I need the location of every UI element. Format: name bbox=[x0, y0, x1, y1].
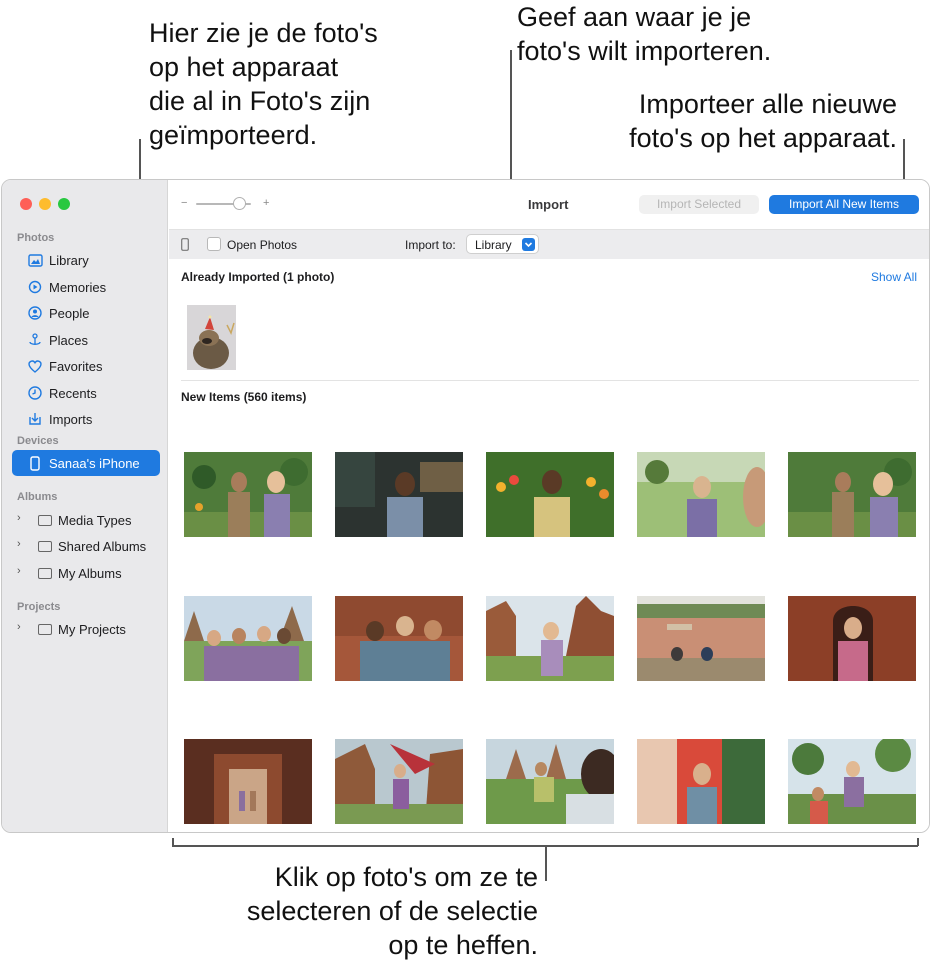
callout-import-all: Importeer alle nieuwe foto's op het appa… bbox=[629, 89, 897, 153]
photo-thumbnail[interactable] bbox=[184, 596, 312, 681]
sidebar-item-label: Media Types bbox=[58, 512, 132, 528]
zoom-slider-knob[interactable] bbox=[233, 197, 246, 210]
photo-thumbnail[interactable] bbox=[486, 739, 614, 824]
import-selected-button[interactable]: Import Selected bbox=[639, 195, 759, 214]
sidebar-item-recents[interactable]: Recents bbox=[12, 380, 160, 406]
photo-thumbnail[interactable] bbox=[184, 739, 312, 824]
sidebar-item-label: My Projects bbox=[58, 621, 126, 637]
sidebar-item-favorites[interactable]: Favorites bbox=[12, 353, 160, 379]
sidebar-item-people[interactable]: People bbox=[12, 300, 160, 326]
folder-icon bbox=[38, 540, 52, 552]
photo-thumbnail[interactable] bbox=[637, 452, 765, 537]
photo-thumbnail[interactable] bbox=[788, 596, 916, 681]
imported-photo-thumbnail[interactable] bbox=[187, 305, 236, 370]
import-bar: Open Photos Import to: Library bbox=[169, 229, 929, 259]
photo-thumbnail[interactable] bbox=[335, 596, 463, 681]
folder-icon bbox=[38, 567, 52, 579]
sidebar-item-memories[interactable]: Memories bbox=[12, 274, 160, 300]
sidebar-item-label: Shared Albums bbox=[58, 538, 147, 554]
chevron-right-icon[interactable]: › bbox=[17, 538, 21, 550]
already-imported-title: Already Imported (1 photo) bbox=[181, 270, 335, 284]
imports-icon bbox=[27, 411, 43, 427]
chevron-right-icon[interactable]: › bbox=[17, 512, 21, 524]
import-to-select[interactable]: Library bbox=[466, 234, 539, 254]
zoom-in-icon[interactable]: + bbox=[263, 197, 269, 209]
memories-icon bbox=[27, 279, 43, 295]
clock-icon bbox=[27, 385, 43, 401]
chevron-right-icon[interactable]: › bbox=[17, 565, 21, 577]
import-to-label: Import to: bbox=[405, 238, 456, 252]
photo-thumbnail[interactable] bbox=[788, 739, 916, 824]
close-button[interactable] bbox=[20, 198, 32, 210]
sidebar-section-devices: Devices bbox=[17, 435, 59, 447]
zoom-out-icon[interactable]: − bbox=[181, 197, 187, 209]
sidebar-item-places[interactable]: Places bbox=[12, 327, 160, 353]
photo-thumbnail[interactable] bbox=[184, 452, 312, 537]
photo-thumbnail[interactable] bbox=[486, 452, 614, 537]
chevron-right-icon[interactable]: › bbox=[17, 621, 21, 633]
folder-icon bbox=[38, 623, 52, 635]
photos-window: Photos Library Memories People Places Fa… bbox=[1, 179, 930, 833]
sidebar-item-imports[interactable]: Imports bbox=[12, 406, 160, 432]
sidebar-item-label: Imports bbox=[49, 411, 93, 427]
divider bbox=[181, 380, 919, 381]
iphone-icon bbox=[27, 455, 43, 471]
sidebar-item-label: People bbox=[49, 305, 90, 321]
sidebar-item-label: Recents bbox=[49, 385, 97, 401]
library-icon bbox=[27, 252, 43, 268]
open-photos-label: Open Photos bbox=[227, 238, 298, 252]
open-photos-checkbox[interactable] bbox=[207, 237, 221, 251]
show-all-link[interactable]: Show All bbox=[871, 270, 917, 284]
sidebar-item-library[interactable]: Library bbox=[12, 247, 160, 273]
import-all-button[interactable]: Import All New Items bbox=[769, 195, 919, 214]
photo-thumbnail[interactable] bbox=[335, 452, 463, 537]
callout-select-photos: Klik op foto's om ze te selecteren of de… bbox=[246, 862, 538, 960]
photo-thumbnail[interactable] bbox=[486, 596, 614, 681]
sidebar-item-label: Places bbox=[49, 332, 89, 348]
photo-thumbnail[interactable] bbox=[637, 739, 765, 824]
main-content: − + Import Import Selected Import All Ne… bbox=[169, 180, 929, 832]
places-icon bbox=[27, 332, 43, 348]
leader-line bbox=[917, 838, 919, 846]
import-to-value: Library bbox=[475, 238, 512, 252]
sidebar-item-label: My Albums bbox=[58, 565, 122, 581]
photo-thumbnail[interactable] bbox=[335, 739, 463, 824]
new-items-title: New Items (560 items) bbox=[181, 390, 307, 404]
sidebar-section-projects: Projects bbox=[17, 601, 61, 613]
sidebar: Photos Library Memories People Places Fa… bbox=[2, 180, 168, 832]
sidebar-item-device[interactable]: Sanaa's iPhone bbox=[12, 450, 160, 476]
sidebar-item-media-types[interactable]: › Media Types bbox=[12, 507, 160, 533]
zoom-button[interactable] bbox=[58, 198, 70, 210]
sidebar-section-albums: Albums bbox=[17, 491, 58, 503]
sidebar-item-my-albums[interactable]: › My Albums bbox=[12, 560, 160, 586]
people-icon bbox=[27, 305, 43, 321]
sidebar-item-label: Memories bbox=[49, 279, 107, 295]
photo-thumbnail[interactable] bbox=[637, 596, 765, 681]
callout-already-imported: Hier zie je de foto's op het apparaat di… bbox=[149, 18, 378, 150]
sidebar-section-photos: Photos bbox=[17, 232, 55, 244]
toolbar: − + Import Import Selected Import All Ne… bbox=[169, 180, 929, 229]
minimize-button[interactable] bbox=[39, 198, 51, 210]
sidebar-item-label: Sanaa's iPhone bbox=[49, 455, 140, 471]
sidebar-item-my-projects[interactable]: › My Projects bbox=[12, 616, 160, 642]
leader-line bbox=[545, 845, 547, 881]
chevron-down-icon bbox=[522, 238, 535, 251]
sidebar-item-label: Library bbox=[49, 252, 89, 268]
callout-import-destination: Geef aan waar je je foto's wilt importer… bbox=[517, 2, 772, 66]
folder-icon bbox=[38, 514, 52, 526]
heart-icon bbox=[27, 358, 43, 374]
page-title: Import bbox=[528, 197, 569, 212]
photo-thumbnail[interactable] bbox=[788, 452, 916, 537]
iphone-icon bbox=[181, 238, 189, 256]
sidebar-item-label: Favorites bbox=[49, 358, 103, 374]
sidebar-item-shared-albums[interactable]: › Shared Albums bbox=[12, 533, 160, 559]
